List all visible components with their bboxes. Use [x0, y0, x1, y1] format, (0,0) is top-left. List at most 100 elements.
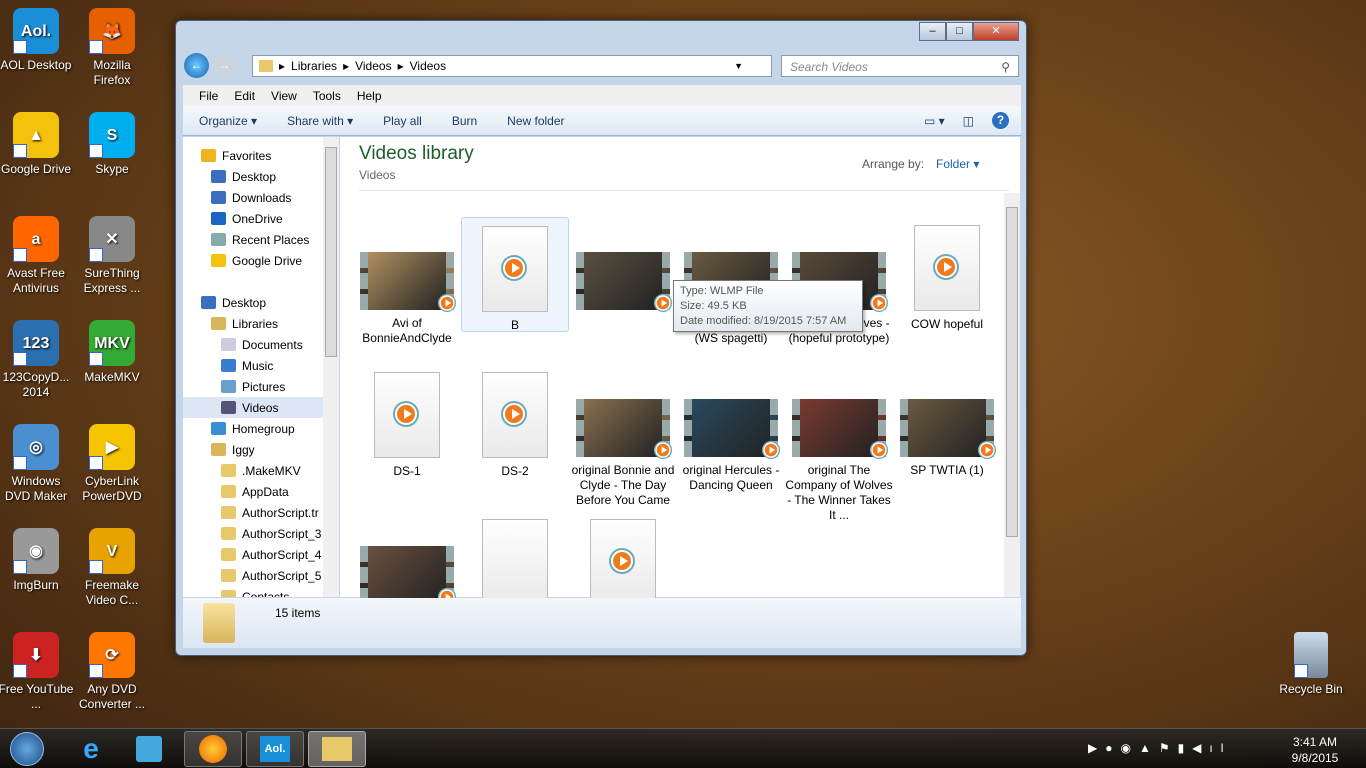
- address-bar[interactable]: ▸ Libraries ▸ Videos ▸ Videos ▼: [252, 55, 772, 77]
- file-item[interactable]: DS-2: [461, 364, 569, 479]
- nav-item[interactable]: Libraries: [183, 313, 338, 334]
- desktop-icon[interactable]: ◎ Windows DVD Maker: [0, 424, 74, 504]
- item-count: 15 items: [275, 606, 321, 620]
- desktop-icon-label: Google Drive: [0, 162, 72, 176]
- nav-item-icon: [221, 548, 236, 561]
- menu-edit[interactable]: Edit: [226, 89, 263, 103]
- file-item[interactable]: DS-1: [353, 364, 461, 479]
- desktop-icon[interactable]: ▶ CyberLink PowerDVD: [74, 424, 150, 504]
- nav-item[interactable]: Pictures: [183, 376, 338, 397]
- desktop-icon[interactable]: ▲ Google Drive: [0, 112, 74, 177]
- desktop-icon[interactable]: ⬇ Free YouTube ...: [0, 632, 74, 712]
- nav-item[interactable]: Music: [183, 355, 338, 376]
- help-icon[interactable]: ?: [992, 112, 1009, 129]
- nav-item[interactable]: Favorites: [183, 145, 338, 166]
- nav-item[interactable]: Downloads: [183, 187, 338, 208]
- menu-help[interactable]: Help: [349, 89, 390, 103]
- file-item[interactable]: SP TWTIA (1): [893, 364, 1001, 478]
- desktop-icon[interactable]: S Skype: [74, 112, 150, 177]
- content-scrollbar[interactable]: [1004, 193, 1020, 597]
- maximize-button[interactable]: □: [946, 22, 973, 41]
- view-options-icon[interactable]: ▭ ▾: [924, 114, 945, 128]
- nav-item[interactable]: Google Drive: [183, 250, 338, 271]
- play-all-button[interactable]: Play all: [383, 114, 422, 128]
- file-item[interactable]: original Hercules - Dancing Queen: [677, 364, 785, 493]
- video-thumbnail: [360, 252, 455, 311]
- nav-item[interactable]: AppData: [183, 481, 338, 502]
- close-button[interactable]: ✕: [973, 22, 1019, 41]
- clock-time[interactable]: 3:41 AM: [1280, 734, 1350, 750]
- desktop-icon[interactable]: V Freemake Video C...: [74, 528, 150, 608]
- nav-item[interactable]: Videos: [183, 397, 338, 418]
- nav-item[interactable]: OneDrive: [183, 208, 338, 229]
- burn-button[interactable]: Burn: [452, 114, 477, 128]
- nav-item[interactable]: AuthorScript.tr: [183, 502, 338, 523]
- preview-pane-icon[interactable]: ◫: [963, 114, 974, 128]
- system-tray-icons[interactable]: ▶●◉▲⚑▮◀ıl: [1088, 741, 1231, 755]
- desktop-icon[interactable]: 🦊 Mozilla Firefox: [74, 8, 150, 88]
- nav-scrollbar[interactable]: [323, 137, 339, 597]
- file-item[interactable]: [461, 511, 569, 611]
- navigation-pane: Favorites Desktop Downloads OneDrive Recent …: [183, 137, 339, 597]
- nav-item[interactable]: AuthorScript_3: [183, 523, 338, 544]
- start-button[interactable]: [2, 731, 52, 767]
- breadcrumb-videos[interactable]: Videos: [355, 59, 391, 73]
- forward-button[interactable]: →: [212, 53, 237, 78]
- file-item[interactable]: original Bonnie and Clyde - The Day Befo…: [569, 364, 677, 508]
- organize-button[interactable]: Organize ▾: [199, 114, 257, 128]
- share-with-button[interactable]: Share with ▾: [287, 114, 353, 128]
- nav-item[interactable]: Desktop: [183, 292, 338, 313]
- clock-date[interactable]: 9/8/2015: [1280, 750, 1350, 766]
- new-folder-button[interactable]: New folder: [507, 114, 564, 128]
- arrange-by-dropdown[interactable]: Folder ▾: [936, 157, 979, 171]
- desktop-icon[interactable]: a Avast Free Antivirus: [0, 216, 74, 296]
- desktop-icon[interactable]: MKV MakeMKV: [74, 320, 150, 385]
- file-item[interactable]: Avi of BonnieAndClyde: [353, 217, 461, 346]
- nav-item[interactable]: .MakeMKV: [183, 460, 338, 481]
- breadcrumb-libraries[interactable]: Libraries: [291, 59, 337, 73]
- search-input[interactable]: Search Videos ⚲: [781, 55, 1019, 77]
- aol-taskbar[interactable]: Aol.: [246, 731, 304, 767]
- desktop-icon[interactable]: ✕ SureThing Express ...: [74, 216, 150, 296]
- nav-item[interactable]: AuthorScript_4: [183, 544, 338, 565]
- nav-item-label: AuthorScript_4: [242, 547, 322, 562]
- file-item[interactable]: original The Company of Wolves - The Win…: [785, 364, 893, 523]
- file-item[interactable]: COW hopeful: [893, 217, 1001, 332]
- menu-view[interactable]: View: [263, 89, 305, 103]
- minimize-button[interactable]: –: [919, 22, 946, 41]
- internet-explorer-taskbar[interactable]: e: [62, 731, 120, 767]
- nav-item-icon: [201, 149, 216, 162]
- explorer-window: – □ ✕ ← → ▸ Libraries ▸ Videos ▸ Videos ▼ S…: [175, 20, 1027, 656]
- file-name: SP TWTIA (1): [910, 463, 984, 477]
- media-player-taskbar[interactable]: [120, 731, 178, 767]
- nav-item[interactable]: Recent Places: [183, 229, 338, 250]
- nav-item[interactable]: Desktop: [183, 166, 338, 187]
- dropdown-icon[interactable]: ▼: [734, 61, 743, 71]
- explorer-taskbar[interactable]: [308, 731, 366, 767]
- desktop-icon[interactable]: Aol. AOL Desktop: [0, 8, 74, 73]
- back-button[interactable]: ←: [184, 53, 209, 78]
- file-item[interactable]: [569, 217, 677, 316]
- nav-item[interactable]: Homegroup: [183, 418, 338, 439]
- nav-item-icon: [211, 233, 226, 246]
- menu-bar: File Edit View Tools Help: [183, 85, 1021, 106]
- nav-item[interactable]: Documents: [183, 334, 338, 355]
- file-item[interactable]: [569, 511, 677, 611]
- desktop-icon[interactable]: ◉ ImgBurn: [0, 528, 74, 593]
- desktop-icon[interactable]: 123 123CopyD... 2014: [0, 320, 74, 400]
- menu-file[interactable]: File: [191, 89, 226, 103]
- nav-item[interactable]: Contacts: [183, 586, 338, 597]
- menu-tools[interactable]: Tools: [305, 89, 349, 103]
- nav-item-icon: [211, 254, 226, 267]
- nav-item-label: Pictures: [242, 379, 286, 394]
- file-item[interactable]: [353, 511, 461, 610]
- breadcrumb-videos-2[interactable]: Videos: [410, 59, 446, 73]
- nav-item-icon: [211, 212, 226, 225]
- nav-item[interactable]: Iggy: [183, 439, 338, 460]
- nav-item[interactable]: AuthorScript_5: [183, 565, 338, 586]
- firefox-taskbar[interactable]: [184, 731, 242, 767]
- file-item[interactable]: B: [461, 217, 569, 332]
- recycle-bin[interactable]: Recycle Bin: [1273, 632, 1349, 697]
- folder-icon: [203, 603, 235, 643]
- desktop-icon[interactable]: ⟳ Any DVD Converter ...: [74, 632, 150, 712]
